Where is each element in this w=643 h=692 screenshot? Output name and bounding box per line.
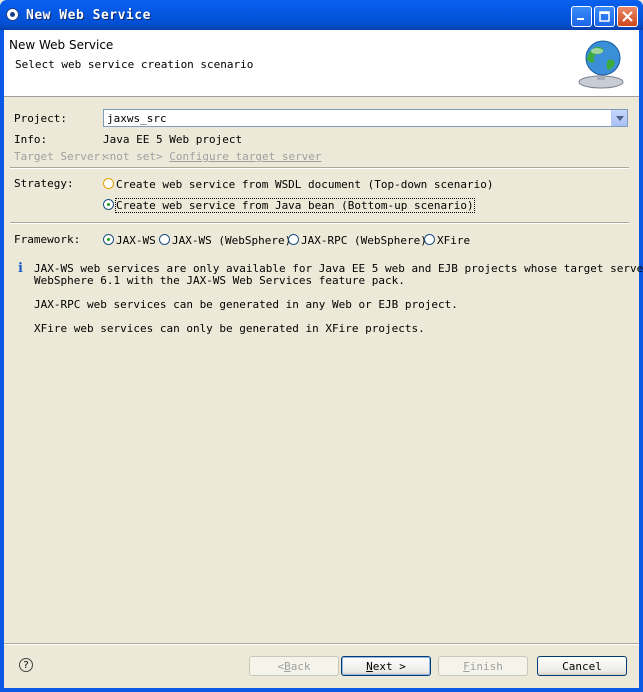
- next-button[interactable]: Next >: [341, 656, 431, 676]
- window-title: New Web Service: [26, 8, 151, 23]
- strategy-label: Strategy:: [14, 177, 74, 190]
- back-button[interactable]: < Back: [249, 656, 339, 676]
- maximize-icon: [599, 11, 610, 22]
- strategy-option-label: Create web service from WSDL document (T…: [116, 178, 494, 191]
- app-icon: [6, 8, 19, 21]
- info-icon: i: [18, 261, 23, 276]
- back-button-prefix: <: [277, 659, 285, 673]
- minimize-icon: [577, 18, 584, 20]
- framework-option-label: JAX-RPC (WebSphere): [301, 234, 427, 247]
- wizard-header: New Web Service Select web service creat…: [4, 30, 639, 97]
- dialog-body: New Web Service Select web service creat…: [4, 30, 643, 688]
- web-service-globe-icon: [578, 40, 624, 89]
- radio-selected-icon[interactable]: [103, 234, 114, 245]
- back-button-mnemonic: B: [284, 659, 291, 673]
- framework-option-jaxrpc-websphere[interactable]: JAX-RPC (WebSphere): [288, 234, 427, 247]
- project-label: Project:: [14, 112, 67, 125]
- jaxrpc-message: JAX-RPC web services can be generated in…: [34, 298, 458, 311]
- page-subtitle: Select web service creation scenario: [15, 58, 254, 71]
- page-title: New Web Service: [9, 38, 114, 52]
- jaxws-message: JAX-WS web services are only available f…: [34, 262, 643, 287]
- target-server-value: <not set>: [103, 150, 163, 163]
- framework-option-label: XFire: [437, 234, 471, 247]
- framework-label: Framework:: [14, 233, 81, 246]
- info-value: Java EE 5 Web project: [103, 133, 243, 146]
- radio-icon[interactable]: [424, 234, 435, 245]
- next-button-mnemonic: N: [366, 659, 373, 673]
- maximize-button[interactable]: [594, 6, 615, 27]
- framework-option-label: JAX-WS (WebSphere): [172, 234, 292, 247]
- finish-button-mnemonic: F: [463, 659, 470, 673]
- target-server-label: Target Server:: [14, 150, 107, 163]
- radio-icon[interactable]: [288, 234, 299, 245]
- finish-button-label: inish: [469, 659, 503, 673]
- help-icon[interactable]: ?: [19, 658, 33, 672]
- configure-target-server-link[interactable]: Configure target server: [169, 150, 321, 163]
- close-button[interactable]: [617, 6, 638, 27]
- close-icon: [622, 11, 633, 22]
- framework-option-jaxws-websphere[interactable]: JAX-WS (WebSphere): [159, 234, 291, 247]
- finish-button[interactable]: Finish: [438, 656, 528, 676]
- strategy-option-java-bean[interactable]: Create web service from Java bean (Botto…: [103, 198, 475, 213]
- divider: [10, 167, 629, 169]
- radio-icon[interactable]: [103, 178, 114, 189]
- divider: [10, 222, 629, 224]
- back-button-label: ack: [290, 659, 311, 673]
- project-combo[interactable]: jaxws_src: [103, 109, 628, 127]
- project-value: jaxws_src: [107, 112, 167, 125]
- next-button-label: ext >: [372, 659, 406, 673]
- strategy-option-label: Create web service from Java bean (Botto…: [115, 198, 475, 213]
- radio-icon[interactable]: [159, 234, 170, 245]
- info-label: Info:: [14, 133, 48, 146]
- radio-selected-icon[interactable]: [103, 199, 114, 210]
- minimize-button[interactable]: [571, 6, 592, 27]
- cancel-button[interactable]: Cancel: [537, 656, 627, 676]
- framework-option-jaxws[interactable]: JAX-WS: [103, 234, 156, 247]
- title-bar[interactable]: New Web Service: [0, 0, 643, 30]
- target-server-row: <not set> Configure target server: [103, 150, 322, 163]
- framework-option-xfire[interactable]: XFire: [424, 234, 470, 247]
- framework-option-label: JAX-WS: [116, 234, 156, 247]
- footer-divider: [4, 643, 639, 645]
- strategy-option-wsdl[interactable]: Create web service from WSDL document (T…: [103, 178, 494, 191]
- xfire-message: XFire web services can only be generated…: [34, 322, 425, 335]
- cancel-button-label: Cancel: [562, 659, 602, 673]
- chevron-down-icon[interactable]: [611, 110, 627, 126]
- dialog-window: New Web Service New Web Service Select w…: [0, 0, 643, 692]
